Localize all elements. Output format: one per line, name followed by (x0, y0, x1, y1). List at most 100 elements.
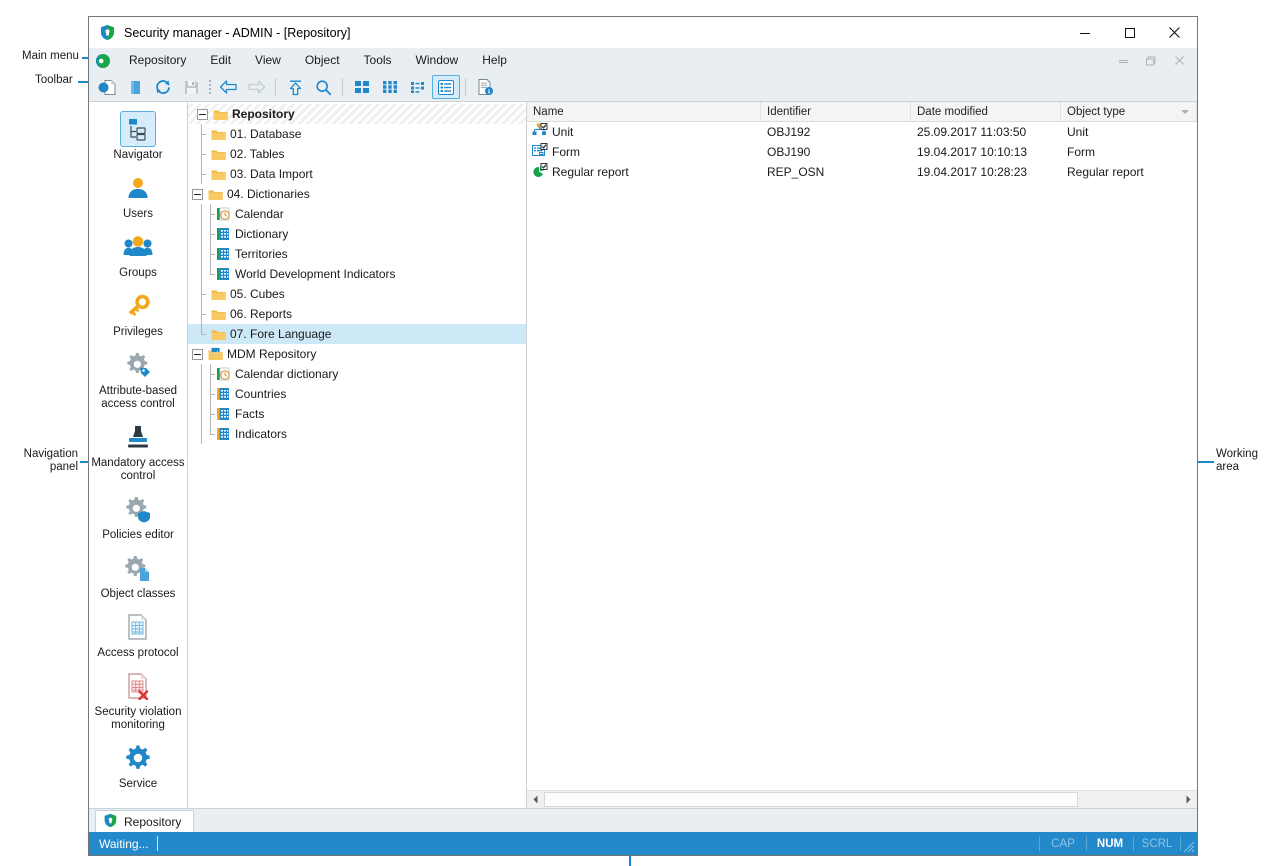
menu-item-tools[interactable]: Tools (352, 48, 404, 73)
nav-item-attribute-based-access-control[interactable]: Attribute-based access control (89, 344, 187, 415)
menu-item-object[interactable]: Object (293, 48, 352, 73)
tree-node-label: Calendar (235, 207, 284, 221)
document-tab-repository[interactable]: Repository (95, 810, 194, 832)
nav-item-object-classes[interactable]: Object classes (89, 547, 187, 605)
resize-grip-icon[interactable] (1181, 832, 1197, 855)
menu-item-view[interactable]: View (243, 48, 293, 73)
column-header-name[interactable]: Name (527, 102, 761, 121)
nav-item-access-protocol[interactable]: Access protocol (89, 606, 187, 664)
toolbar-separator (275, 78, 276, 96)
column-header-identifier[interactable]: Identifier (761, 102, 911, 121)
tree-node-label: MDM Repository (227, 347, 316, 361)
tree-node-02-tables[interactable]: 02. Tables (188, 144, 526, 164)
tree-node-mdm-repository[interactable]: MDM Repository (188, 344, 526, 364)
scroll-right-button[interactable] (1180, 791, 1197, 808)
window-close-button[interactable] (1152, 17, 1197, 48)
dictionary-icon (215, 246, 231, 262)
nav-item-label: Navigator (113, 149, 162, 162)
open-object-icon[interactable] (121, 75, 149, 99)
menu-item-edit[interactable]: Edit (198, 48, 243, 73)
scroll-thumb[interactable] (544, 792, 1078, 807)
view-icons-icon[interactable] (376, 75, 404, 99)
window-maximize-button[interactable] (1107, 17, 1152, 48)
tree-node-dictionary[interactable]: Dictionary (188, 224, 526, 244)
tree-node-01-database[interactable]: 01. Database (188, 124, 526, 144)
tree-expander-icon[interactable] (192, 189, 203, 200)
folder-icon (210, 166, 226, 182)
tree-node-facts[interactable]: Facts (188, 404, 526, 424)
nav-item-mandatory-access-control[interactable]: Mandatory access control (89, 416, 187, 487)
save-icon[interactable] (177, 75, 205, 99)
search-icon[interactable] (309, 75, 337, 99)
back-icon[interactable] (214, 75, 242, 99)
tree-node-calendar[interactable]: Calendar (188, 204, 526, 224)
column-header-date-modified[interactable]: Date modified (911, 102, 1061, 121)
tree-node-countries[interactable]: Countries (188, 384, 526, 404)
mdi-minimize-button[interactable] (1109, 48, 1137, 73)
mdi-close-button[interactable] (1165, 48, 1193, 73)
mdi-restore-button[interactable] (1137, 48, 1165, 73)
list-row-regular-report[interactable]: Regular report REP_OSN 19.04.2017 10:28:… (527, 162, 1197, 182)
calendar-dict-icon (215, 366, 231, 382)
list-row-unit[interactable]: Unit OBJ192 25.09.2017 11:03:50 Unit (527, 122, 1197, 142)
menu-item-help[interactable]: Help (470, 48, 519, 73)
tree-expander-icon[interactable] (197, 109, 208, 120)
shield-icon (103, 813, 118, 831)
sort-descending-icon[interactable] (1181, 110, 1189, 114)
scroll-left-button[interactable] (527, 791, 544, 808)
view-details-icon[interactable] (432, 75, 460, 99)
toolbar-separator (465, 78, 466, 96)
list-cell-name: Form (552, 145, 580, 159)
horizontal-scrollbar[interactable] (527, 790, 1197, 808)
list-row-form[interactable]: Form OBJ190 19.04.2017 10:10:13 Form (527, 142, 1197, 162)
main-menu-bar: Repository Edit View Object Tools Window… (89, 48, 1197, 73)
tree-node-03-data-import[interactable]: 03. Data Import (188, 164, 526, 184)
nav-item-navigator[interactable]: Navigator (89, 108, 187, 166)
up-one-level-icon[interactable] (281, 75, 309, 99)
column-header-object-type[interactable]: Object type (1061, 102, 1197, 121)
window-body: Navigator Users (89, 102, 1197, 808)
menu-item-repository[interactable]: Repository (117, 48, 198, 73)
nav-item-users[interactable]: Users (89, 167, 187, 225)
tree-node-calendar-dictionary[interactable]: Calendar dictionary (188, 364, 526, 384)
tree-expander-icon[interactable] (192, 349, 203, 360)
mdm-repository-icon (207, 346, 223, 362)
dictionary-icon (215, 426, 231, 442)
list-view-body[interactable]: Unit OBJ192 25.09.2017 11:03:50 Unit (527, 122, 1197, 790)
tree-node-indicators[interactable]: Indicators (188, 424, 526, 444)
window-minimize-button[interactable] (1062, 17, 1107, 48)
tree-node-04-dictionaries[interactable]: 04. Dictionaries (188, 184, 526, 204)
tree-node-06-reports[interactable]: 06. Reports (188, 304, 526, 324)
nav-item-privileges[interactable]: Privileges (89, 285, 187, 343)
nav-item-security-violation-monitoring[interactable]: Security violation monitoring (89, 665, 187, 736)
toolbar-grip (205, 78, 214, 96)
window-title: Security manager - ADMIN - [Repository] (124, 26, 1062, 40)
new-object-icon[interactable] (93, 75, 121, 99)
tree-node-repository[interactable]: Repository (188, 104, 526, 124)
refresh-icon[interactable] (149, 75, 177, 99)
object-properties-icon[interactable] (471, 75, 499, 99)
forward-icon[interactable] (242, 75, 270, 99)
nav-item-policies-editor[interactable]: Policies editor (89, 488, 187, 546)
folder-icon (210, 326, 226, 342)
tree-node-05-cubes[interactable]: 05. Cubes (188, 284, 526, 304)
view-tiles-icon[interactable] (348, 75, 376, 99)
nav-item-service[interactable]: Service (89, 737, 187, 795)
nav-item-groups[interactable]: Groups (89, 226, 187, 284)
mdi-window-controls (1109, 48, 1193, 73)
list-cell-object-type: Form (1061, 145, 1197, 159)
tree-node-world-development-indicators[interactable]: World Development Indicators (188, 264, 526, 284)
dictionary-icon (215, 386, 231, 402)
repository-tree[interactable]: Repository 01. Database 02. Tables (188, 102, 527, 808)
view-list-icon[interactable] (404, 75, 432, 99)
tree-node-07-fore-language[interactable]: 07. Fore Language (188, 324, 526, 344)
gear-shield-icon (120, 491, 156, 527)
tree-node-label: World Development Indicators (235, 267, 396, 281)
scroll-track[interactable] (544, 791, 1180, 808)
list-cell-date-modified: 19.04.2017 10:28:23 (911, 165, 1061, 179)
annotation-main-menu-label: Main menu (22, 50, 79, 63)
tree-node-label: Indicators (235, 427, 287, 441)
tree-node-territories[interactable]: Territories (188, 244, 526, 264)
menu-item-window[interactable]: Window (404, 48, 471, 73)
list-cell-object-type: Unit (1061, 125, 1197, 139)
